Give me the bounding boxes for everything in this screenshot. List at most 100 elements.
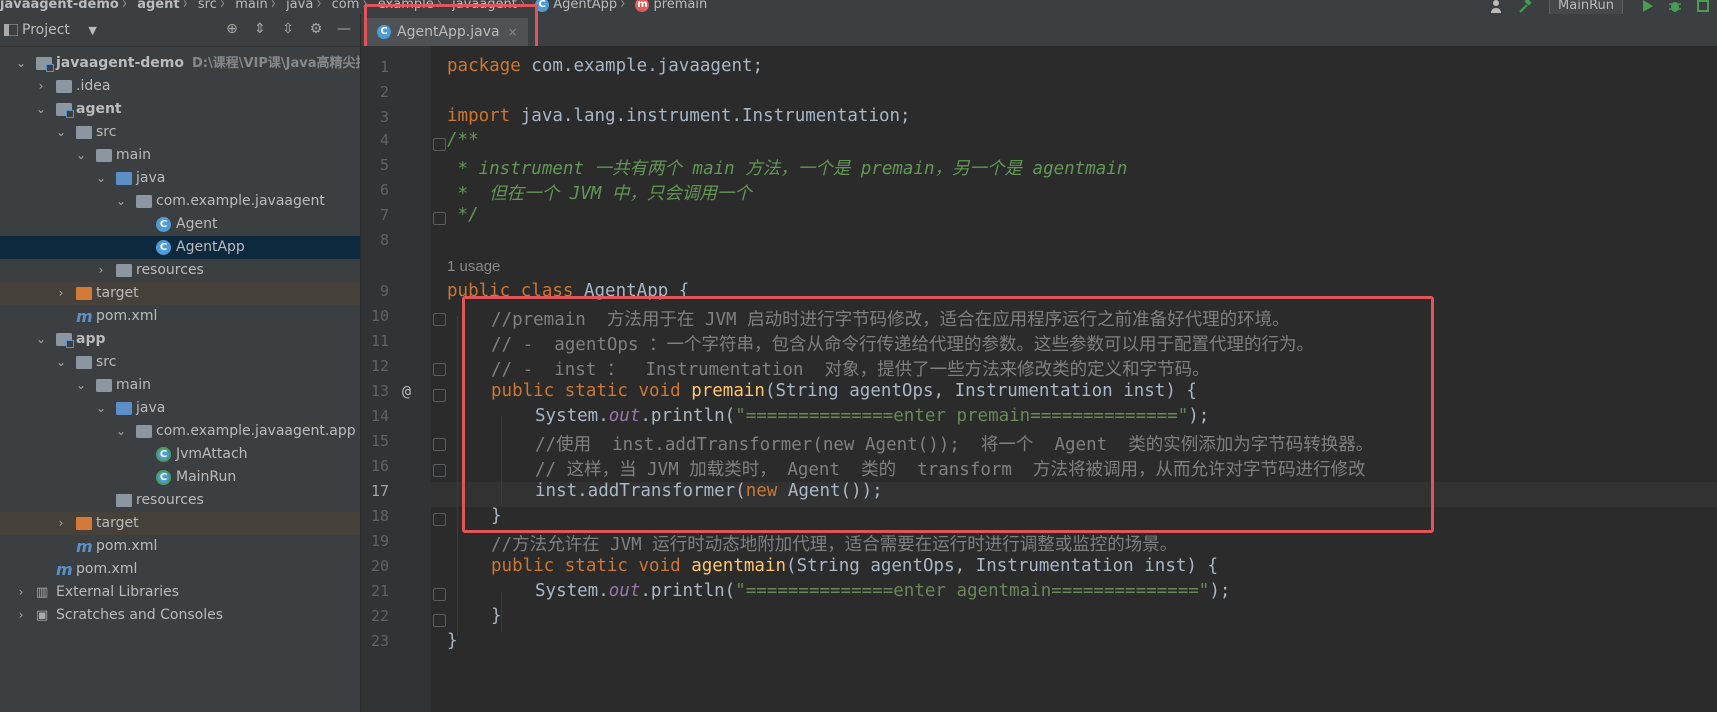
line-number: 4 [379,131,389,149]
breadcrumb-item[interactable]: premain [653,0,707,14]
expand-all-icon[interactable]: ⇕ [252,21,268,37]
tree-node[interactable]: ⌄ src [0,351,360,374]
project-tree: ⌄ javaagent-demo D:\课程\VIP课\Java高精尖技术 › .… [0,52,360,627]
fold-icon[interactable] [433,313,446,326]
user-icon[interactable] [1489,0,1505,14]
code-token: out [608,581,641,601]
tree-node[interactable]: resources [0,489,360,512]
breadcrumb-item[interactable]: example [378,0,434,14]
gear-icon[interactable]: ⚙ [308,21,324,37]
coverage-icon[interactable] [1695,0,1711,14]
code-line: // - agentOps ：一个字符串，包含从命令行传递给代理的参数。这些参数… [491,335,1315,355]
tree-node[interactable]: › resources [0,259,360,282]
fold-icon[interactable] [433,212,446,225]
chevron-down-icon[interactable]: ⌄ [114,420,128,443]
line-number: 7 [379,206,389,224]
fold-icon[interactable] [433,363,446,376]
tree-node-label: app [76,331,106,347]
debug-icon[interactable] [1667,0,1683,14]
chevron-right-icon[interactable]: › [54,512,68,535]
run-icon[interactable] [1639,0,1655,14]
tree-node[interactable]: m pom.xml [0,558,360,581]
chevron-down-icon[interactable]: ⌄ [74,374,88,397]
chevron-down-icon[interactable]: ⌄ [34,328,48,351]
code-token: .println( [640,581,736,601]
tree-node[interactable]: C Agent [0,213,360,236]
tree-node[interactable]: ⌄ src [0,121,360,144]
breadcrumb-item[interactable]: AgentApp [553,0,617,14]
code-editor[interactable]: 1 2 3 4 5 6 7 8 9 10 11 12 13 14 15 16 1… [361,46,1717,712]
tree-node[interactable]: ⌄ app [0,328,360,351]
breadcrumb-item[interactable]: javaagent-demo [0,0,119,14]
chevron-right-icon[interactable]: › [14,581,28,604]
tree-node[interactable]: ⌄ main [0,144,360,167]
fold-icon[interactable] [433,464,446,477]
chevron-down-icon[interactable]: ⌄ [14,52,28,75]
code-token: out [608,406,641,426]
chevron-down-icon[interactable]: ⌄ [34,98,48,121]
breadcrumb-item[interactable]: agent [137,0,179,14]
fold-icon[interactable] [433,438,446,451]
tree-node[interactable]: ⌄ agent [0,98,360,121]
tree-node[interactable]: ⌄ main [0,374,360,397]
tree-node[interactable]: C JvmAttach [0,443,360,466]
tree-node[interactable]: C MainRun [0,466,360,489]
breadcrumb-item[interactable]: java [286,0,313,14]
override-gutter-icon[interactable]: @ [402,382,411,400]
chevron-down-icon[interactable]: ⌄ [54,121,68,144]
tree-node-selected[interactable]: C AgentApp [0,236,360,259]
tree-node[interactable]: › .idea [0,75,360,98]
run-configuration-select[interactable]: MainRun [1549,0,1623,14]
code-token: Agent()); [777,481,883,501]
tree-node[interactable]: › target [0,512,360,535]
tree-node[interactable]: › target [0,282,360,305]
breadcrumb-item[interactable]: src [198,0,217,14]
project-panel-title[interactable]: Project ▼ [22,22,97,38]
tree-node[interactable]: ⌄ com.example.javaagent [0,190,360,213]
tree-node[interactable]: m pom.xml [0,535,360,558]
chevron-right-icon[interactable]: › [14,604,28,627]
fold-icon[interactable] [433,389,446,402]
breadcrumb-item[interactable]: main [235,0,267,14]
tree-node-label: Agent [176,216,218,232]
code-token: ); [1209,581,1231,601]
locate-icon[interactable]: ⊕ [224,21,240,37]
breadcrumb-item[interactable]: com [332,0,360,14]
chevron-right-icon: › [182,0,188,14]
chevron-right-icon[interactable]: › [34,75,48,98]
usage-hint[interactable]: 1 usage [447,258,500,275]
tab-label: AgentApp.java [397,24,500,40]
tree-node[interactable]: ⌄ java [0,167,360,190]
breadcrumb-item[interactable]: javaagent [452,0,517,14]
indent-guide [501,416,502,506]
chevron-down-icon[interactable]: ⌄ [54,351,68,374]
tab-agentapp-java[interactable]: C AgentApp.java × [367,18,528,49]
library-icon: ▥ [36,585,49,600]
tree-node[interactable]: m pom.xml [0,305,360,328]
tree-node[interactable]: ⌄ java [0,397,360,420]
indent-guide [457,316,458,636]
chevron-down-icon[interactable]: ⌄ [114,190,128,213]
chevron-down-icon[interactable]: ⌄ [74,144,88,167]
line-number: 22 [370,607,389,625]
tree-node[interactable]: ⌄ javaagent-demo D:\课程\VIP课\Java高精尖技术 [0,52,360,75]
fold-icon[interactable] [433,588,446,601]
fold-icon[interactable] [433,513,446,526]
chevron-down-icon[interactable]: ⌄ [94,167,108,190]
tree-node[interactable]: › ▥ External Libraries [0,581,360,604]
tree-node[interactable]: › ▣ Scratches and Consoles [0,604,360,627]
hammer-icon[interactable] [1517,0,1533,14]
fold-icon[interactable] [433,614,446,627]
line-number: 23 [370,632,389,650]
tree-node[interactable]: ⌄ com.example.javaagent.app [0,420,360,443]
module-folder-icon [56,103,74,118]
chevron-right-icon[interactable]: › [54,282,68,305]
hide-icon[interactable]: — [336,21,352,37]
chevron-down-icon[interactable]: ⌄ [94,397,108,420]
excluded-folder-icon [76,517,92,530]
close-icon[interactable]: × [508,25,518,39]
chevron-right-icon[interactable]: › [94,259,108,282]
chevron-right-icon: › [121,0,128,14]
collapse-all-icon[interactable]: ⇳ [280,21,296,37]
fold-icon[interactable] [433,138,446,151]
